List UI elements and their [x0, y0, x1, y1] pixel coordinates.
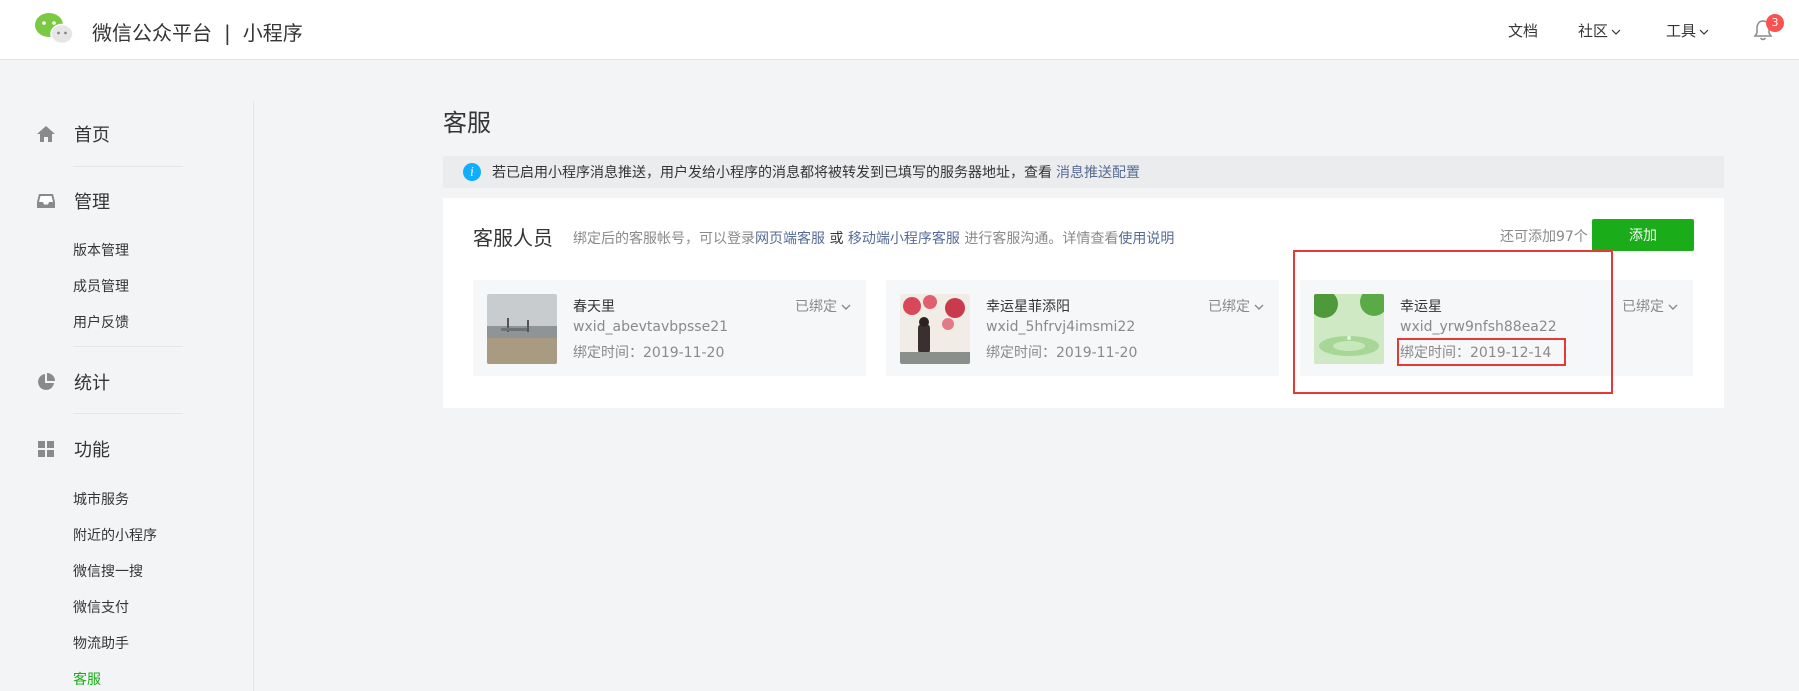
staff-name: 春天里	[573, 299, 615, 315]
bind-status-label: 已绑定	[795, 299, 837, 315]
usage-guide-link[interactable]: 使用说明	[1118, 231, 1174, 247]
page-title: 客服	[443, 109, 491, 137]
desc-or: 或	[829, 231, 844, 247]
sidebar-section-label: 首页	[74, 125, 110, 146]
staff-card: 春天里 wxid_abevtavbpsse21 绑定时间：2019-11-20 …	[473, 280, 866, 376]
info-icon: i	[463, 163, 481, 181]
home-icon	[37, 126, 55, 142]
sidebar-item-user-feedback[interactable]: 用户反馈	[73, 312, 129, 332]
remaining-count: 还可添加97个	[1500, 229, 1588, 245]
bind-status-dropdown[interactable]: 已绑定	[1622, 296, 1678, 316]
sidebar-item-wechat-search[interactable]: 微信搜一搜	[73, 561, 143, 581]
sidebar: 首页 管理 版本管理 成员管理 用户反馈 统计 功能 城市服务 附近的小程序 微…	[0, 61, 254, 691]
notice-text: 若已启用小程序消息推送，用户发给小程序的消息都将被转发到已填写的服务器地址，查看	[492, 165, 1052, 181]
mobile-customer-service-link[interactable]: 移动端小程序客服	[848, 231, 960, 247]
sidebar-section-manage[interactable]: 管理	[36, 188, 110, 214]
bind-status-label: 已绑定	[1208, 299, 1250, 315]
sidebar-section-stats[interactable]: 统计	[36, 369, 110, 395]
desc-text: 进行客服沟通。详情查看	[964, 231, 1119, 247]
sidebar-separator	[73, 166, 183, 167]
sidebar-divider-line	[253, 101, 254, 691]
nav-tools-label: 工具	[1666, 22, 1697, 40]
chevron-down-icon	[1699, 29, 1709, 35]
nav-docs[interactable]: 文档	[1508, 20, 1538, 41]
desc-text: 绑定后的客服帐号，可以登录	[573, 231, 755, 247]
highlight-box-bind-time	[1397, 338, 1566, 366]
sidebar-item-city-services[interactable]: 城市服务	[73, 489, 129, 509]
sidebar-section-home[interactable]: 首页	[36, 121, 110, 147]
nav-community-label: 社区	[1578, 22, 1609, 40]
brand-name: 微信公众平台	[92, 21, 212, 45]
brand-title[interactable]: 微信公众平台 | 小程序	[92, 17, 303, 46]
pie-chart-icon	[38, 373, 55, 390]
wechat-logo-icon	[35, 13, 74, 45]
sidebar-section-features[interactable]: 功能	[36, 436, 110, 462]
staff-name: 幸运星菲添阳	[986, 299, 1070, 315]
nav-tools[interactable]: 工具	[1666, 20, 1709, 41]
staff-wxid: wxid_abevtavbpsse21	[573, 319, 729, 335]
sidebar-item-nearby-miniprogram[interactable]: 附近的小程序	[73, 525, 157, 545]
info-notice: i 若已启用小程序消息推送，用户发给小程序的消息都将被转发到已填写的服务器地址，…	[443, 156, 1724, 188]
top-header: 微信公众平台 | 小程序 文档 社区 工具 3	[0, 0, 1799, 60]
staff-card: 幸运星菲添阳 wxid_5hfrvj4imsmi22 绑定时间：2019-11-…	[886, 280, 1279, 376]
sidebar-section-label: 管理	[74, 192, 110, 213]
bind-status-dropdown[interactable]: 已绑定	[1208, 296, 1264, 316]
chevron-down-icon	[841, 304, 851, 310]
avatar	[900, 294, 970, 364]
sidebar-separator	[73, 346, 183, 347]
highlight-box-staff-card	[1293, 250, 1613, 394]
notification-badge: 3	[1766, 14, 1784, 32]
web-customer-service-link[interactable]: 网页端客服	[755, 231, 825, 247]
sidebar-section-label: 统计	[74, 373, 110, 394]
sidebar-item-wechat-pay[interactable]: 微信支付	[73, 597, 129, 617]
chevron-down-icon	[1254, 304, 1264, 310]
bind-status-label: 已绑定	[1622, 299, 1664, 315]
inbox-icon	[37, 194, 55, 208]
sidebar-item-customer-service[interactable]: 客服	[73, 669, 101, 689]
grid-icon	[38, 441, 54, 457]
avatar	[487, 294, 557, 364]
nav-community[interactable]: 社区	[1578, 20, 1621, 41]
staff-bind-time: 绑定时间：2019-11-20	[986, 345, 1138, 361]
chevron-down-icon	[1611, 29, 1621, 35]
sidebar-section-label: 功能	[74, 440, 110, 461]
brand-separator: |	[224, 21, 231, 45]
message-push-config-link[interactable]: 消息推送配置	[1056, 162, 1140, 182]
sidebar-item-version-management[interactable]: 版本管理	[73, 240, 129, 260]
chevron-down-icon	[1668, 304, 1678, 310]
product-name: 小程序	[242, 21, 303, 45]
bind-status-dropdown[interactable]: 已绑定	[795, 296, 851, 316]
sidebar-item-member-management[interactable]: 成员管理	[73, 276, 129, 296]
staff-bind-time: 绑定时间：2019-11-20	[573, 345, 725, 361]
panel-description: 绑定后的客服帐号，可以登录网页端客服 或 移动端小程序客服 进行客服沟通。详情查…	[573, 228, 1174, 248]
add-button[interactable]: 添加	[1592, 219, 1694, 251]
staff-wxid: wxid_5hfrvj4imsmi22	[986, 319, 1136, 335]
sidebar-separator	[73, 413, 183, 414]
sidebar-item-logistics[interactable]: 物流助手	[73, 633, 129, 653]
panel-title: 客服人员	[473, 226, 553, 250]
